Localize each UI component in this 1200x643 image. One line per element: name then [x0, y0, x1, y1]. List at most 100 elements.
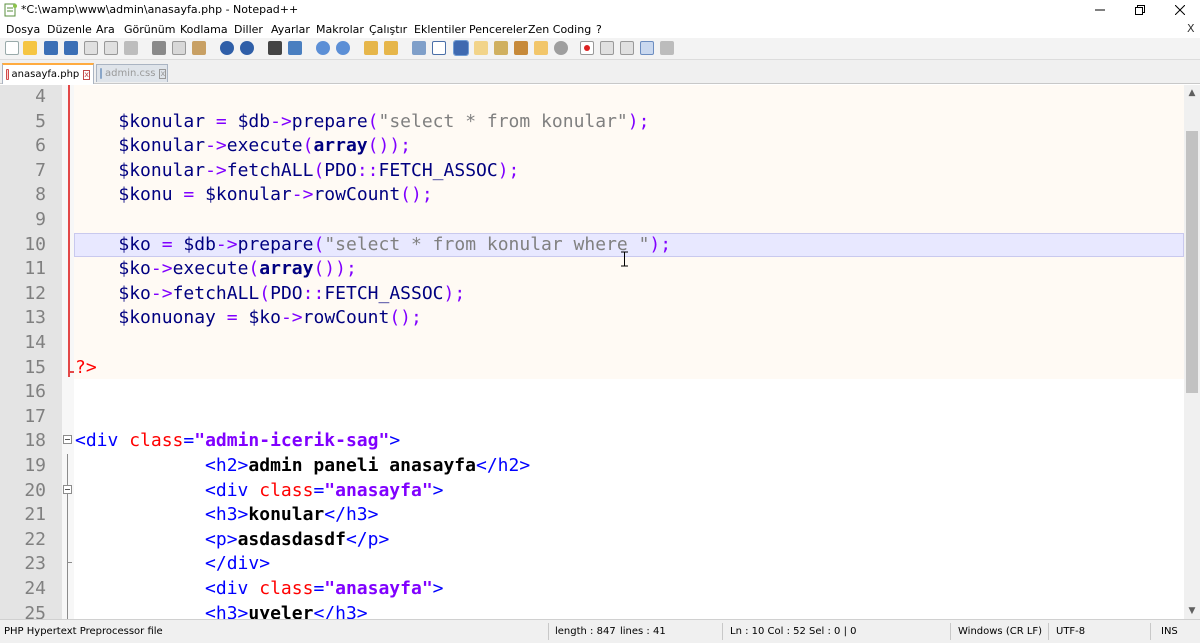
code-line[interactable]: 9: [0, 207, 1184, 232]
zoom-out-icon[interactable]: [336, 41, 350, 55]
code-line[interactable]: 7 $konular->fetchALL(PDO::FETCH_ASSOC);: [0, 158, 1184, 183]
word-wrap-icon[interactable]: [412, 41, 426, 55]
user-language-icon[interactable]: [474, 41, 488, 55]
vertical-scrollbar[interactable]: ▲ ▼: [1184, 85, 1200, 619]
menu-pencereler[interactable]: Pencereler: [469, 23, 527, 36]
undo-icon[interactable]: [220, 41, 234, 55]
menu-gorunum[interactable]: Görünüm: [124, 23, 175, 36]
tab-anasayfa-php[interactable]: anasayfa.php x: [2, 63, 94, 84]
close-tab-icon[interactable]: x: [159, 68, 167, 79]
monitoring-icon[interactable]: [554, 41, 568, 55]
close-tab-icon[interactable]: x: [83, 69, 90, 80]
play-macro-icon[interactable]: [620, 41, 634, 55]
zoom-in-icon[interactable]: [316, 41, 330, 55]
doc-map-icon[interactable]: [494, 41, 508, 55]
menu-diller[interactable]: Diller: [234, 23, 263, 36]
code-line[interactable]: 18 <div class="admin-icerik-sag">: [0, 428, 1184, 453]
code-line[interactable]: 21 <h3>konular</h3>: [0, 502, 1184, 527]
code-line[interactable]: 6 $konular->execute(array());: [0, 133, 1184, 158]
code-token: </p>: [345, 528, 390, 550]
sync-horizontal-icon[interactable]: [384, 41, 398, 55]
code-line[interactable]: 5 $konular = $db->prepare("select * from…: [0, 109, 1184, 134]
code-line[interactable]: 23 </div>: [0, 551, 1184, 576]
run-macro-multiple-icon[interactable]: [640, 41, 654, 55]
code-line[interactable]: 10 $ko = $db->prepare("select * from kon…: [0, 232, 1184, 257]
close-document-button[interactable]: X: [1187, 22, 1195, 35]
code-token: $konular: [118, 159, 206, 181]
menu-help[interactable]: ?: [596, 23, 602, 36]
code-editor[interactable]: 45 $konular = $db->prepare("select * fro…: [0, 85, 1184, 619]
indent-guide-icon[interactable]: [453, 40, 469, 56]
menu-calistir[interactable]: Çalıştır: [369, 23, 407, 36]
scroll-up-icon[interactable]: ▲: [1184, 85, 1200, 101]
print-icon[interactable]: [124, 41, 138, 55]
code-token: >: [389, 430, 401, 452]
code-line[interactable]: 15 ?>: [0, 355, 1184, 380]
code-token: ());: [367, 135, 411, 157]
code-token: $konu: [118, 184, 173, 206]
code-line[interactable]: 13 $konuonay = $ko->rowCount();: [0, 305, 1184, 330]
menu-ayarlar[interactable]: Ayarlar: [271, 23, 310, 36]
code-token: ());: [313, 258, 357, 280]
find-icon[interactable]: [268, 41, 282, 55]
code-token: fetchALL: [226, 159, 314, 181]
code-text: <h3>uyeler</h3>: [75, 603, 368, 619]
code-line[interactable]: 25 <h3>uyeler</h3>: [0, 601, 1184, 619]
save-all-icon[interactable]: [64, 41, 78, 55]
code-line[interactable]: 12 $ko->fetchALL(PDO::FETCH_ASSOC);: [0, 281, 1184, 306]
minimize-button[interactable]: [1082, 0, 1118, 20]
menu-dosya[interactable]: Dosya: [6, 23, 40, 36]
close-window-button[interactable]: [1162, 0, 1198, 20]
code-token: =: [313, 578, 325, 599]
new-file-icon[interactable]: [5, 41, 19, 55]
code-token: class: [259, 479, 314, 501]
code-line[interactable]: 8 $konu = $konular->rowCount();: [0, 182, 1184, 207]
code-line[interactable]: 24 <div class="anasayfa">: [0, 576, 1184, 601]
replace-icon[interactable]: [288, 41, 302, 55]
code-line[interactable]: 22 <p>asdasdasdf</p>: [0, 527, 1184, 552]
code-token: </h3>: [324, 504, 379, 526]
menu-duzenle[interactable]: Düzenle: [47, 23, 92, 36]
code-line[interactable]: 11 $ko->execute(array());: [0, 256, 1184, 281]
restore-button[interactable]: [1122, 0, 1158, 20]
paste-icon[interactable]: [192, 41, 206, 55]
menu-ara[interactable]: Ara: [96, 23, 115, 36]
code-token: FETCH_ASSOC: [324, 282, 444, 304]
code-line[interactable]: 4: [0, 85, 1184, 109]
scrollbar-thumb[interactable]: [1186, 131, 1198, 393]
close-icon[interactable]: [84, 41, 98, 55]
menu-eklentiler[interactable]: Eklentiler: [414, 23, 466, 36]
code-line[interactable]: 19 <h2>admin paneli anasayfa</h2>: [0, 453, 1184, 478]
code-line[interactable]: 16: [0, 379, 1184, 404]
sync-vertical-icon[interactable]: [364, 41, 378, 55]
code-token: (: [313, 159, 325, 181]
fold-toggle-icon[interactable]: [63, 435, 72, 445]
save-macro-icon[interactable]: [660, 41, 674, 55]
cut-icon[interactable]: [152, 41, 166, 55]
code-line[interactable]: 14: [0, 330, 1184, 355]
record-macro-icon[interactable]: [580, 41, 594, 55]
line-number: 15: [24, 356, 46, 378]
show-all-chars-icon[interactable]: [432, 41, 446, 55]
folder-workspace-icon[interactable]: [534, 41, 548, 55]
code-token: );: [627, 110, 650, 132]
copy-icon[interactable]: [172, 41, 186, 55]
close-all-icon[interactable]: [104, 41, 118, 55]
save-icon[interactable]: [44, 41, 58, 55]
redo-icon[interactable]: [240, 41, 254, 55]
open-file-icon[interactable]: [23, 41, 37, 55]
stop-macro-icon[interactable]: [600, 41, 614, 55]
code-token: (: [367, 110, 379, 132]
menu-makrolar[interactable]: Makrolar: [316, 23, 364, 36]
menu-kodlama[interactable]: Kodlama: [180, 23, 228, 36]
code-line[interactable]: 17: [0, 404, 1184, 429]
scroll-down-icon[interactable]: ▼: [1184, 603, 1200, 619]
tab-admin-css[interactable]: admin.css x: [96, 64, 168, 82]
code-line[interactable]: 20 <div class="anasayfa">: [0, 478, 1184, 503]
code-token: ();: [389, 307, 422, 329]
function-list-icon[interactable]: [514, 41, 528, 55]
fold-toggle-icon[interactable]: [63, 484, 72, 494]
menu-zen-coding[interactable]: Zen Coding: [528, 23, 591, 36]
